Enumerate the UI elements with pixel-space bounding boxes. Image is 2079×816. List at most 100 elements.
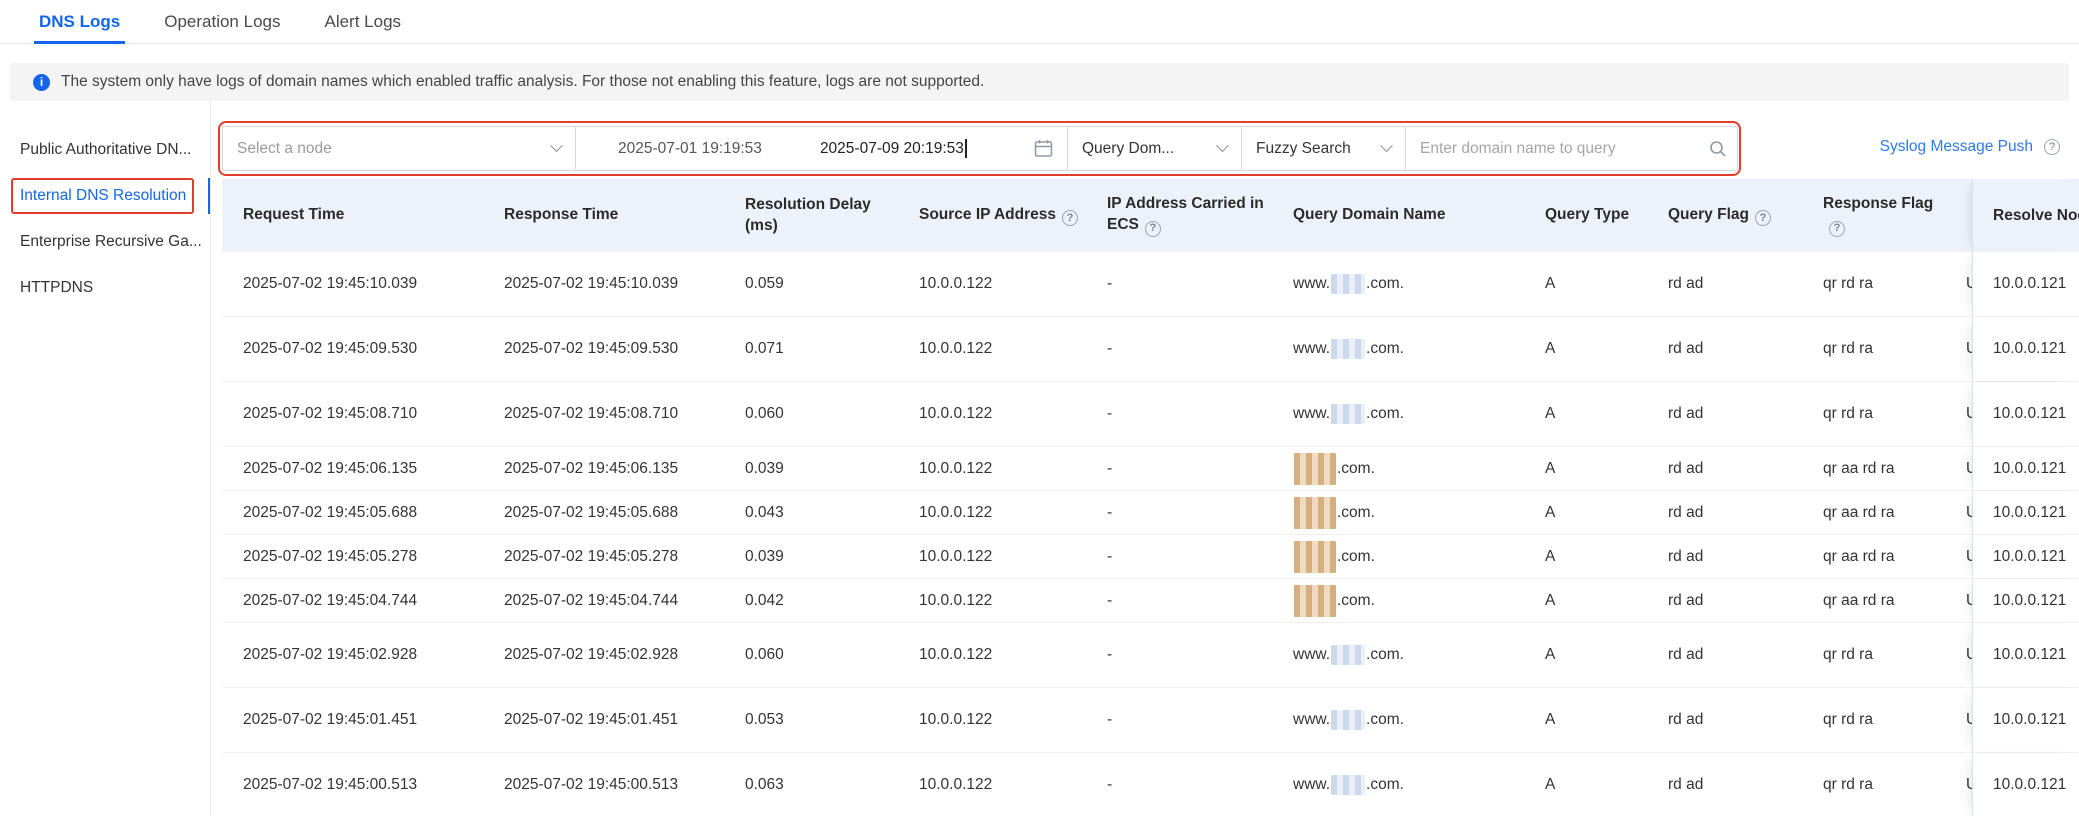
help-icon[interactable]	[1062, 210, 1078, 226]
table-row: 2025-07-02 19:45:05.688 2025-07-02 19:45…	[222, 491, 2079, 535]
help-icon[interactable]	[1829, 221, 1845, 237]
col-header-query-type[interactable]: Query Type	[1525, 179, 1648, 252]
match-mode-select[interactable]: Fuzzy Search	[1241, 127, 1405, 170]
syslog-message-push-link[interactable]: Syslog Message Push	[1880, 138, 2060, 156]
col-header-source-ip[interactable]: Source IP Address	[899, 179, 1087, 252]
query-flag-cell: rd ad	[1648, 340, 1803, 358]
sidebar-item-enterprise-recursive-gateway[interactable]: Enterprise Recursive Ga...	[0, 219, 210, 265]
table-row: 2025-07-02 19:45:04.744 2025-07-02 19:45…	[222, 579, 2079, 623]
query-type-cell: A	[1525, 646, 1648, 664]
ecs-ip-cell: -	[1087, 275, 1273, 293]
ecs-ip-cell: -	[1087, 776, 1273, 794]
protocol-cell-clipped: U	[1952, 711, 1972, 729]
chevron-down-icon	[1216, 139, 1229, 152]
sidebar-item-public-authoritative-dns[interactable]: Public Authoritative DN...	[0, 127, 210, 173]
redacted-domain-blur	[1294, 541, 1336, 573]
tab-operation-logs[interactable]: Operation Logs	[161, 0, 283, 43]
protocol-cell-clipped: U	[1952, 275, 1972, 293]
resolve-node-cell: 10.0.0.121	[1972, 447, 2079, 490]
query-type-cell: A	[1525, 275, 1648, 293]
tab-dns-logs[interactable]: DNS Logs	[36, 0, 123, 43]
request-time-cell: 2025-07-02 19:45:10.039	[222, 275, 484, 293]
filter-bar: Select a node 2025-07-01 19:19:53 2025-0…	[222, 126, 1738, 171]
search-icon[interactable]	[1709, 140, 1727, 158]
query-type-cell: A	[1525, 592, 1648, 610]
protocol-cell-clipped: U	[1952, 504, 1972, 522]
redacted-domain-blur	[1331, 775, 1365, 795]
response-flag-cell: qr aa rd ra	[1803, 504, 1952, 522]
query-field-select[interactable]: Query Dom...	[1067, 127, 1241, 170]
table-row: 2025-07-02 19:45:01.451 2025-07-02 19:45…	[222, 688, 2079, 753]
domain-search-box	[1405, 127, 1737, 170]
help-icon[interactable]	[1755, 210, 1771, 226]
protocol-cell-clipped: U	[1952, 592, 1972, 610]
response-time-cell: 2025-07-02 19:45:00.513	[484, 776, 725, 794]
source-ip-cell: 10.0.0.122	[899, 776, 1087, 794]
ecs-ip-cell: -	[1087, 340, 1273, 358]
request-time-cell: 2025-07-02 19:45:04.744	[222, 592, 484, 610]
sidebar-item-internal-dns-resolution[interactable]: Internal DNS Resolution	[0, 173, 210, 219]
response-time-cell: 2025-07-02 19:45:06.135	[484, 460, 725, 478]
response-flag-cell: qr rd ra	[1803, 776, 1952, 794]
text-cursor	[965, 139, 967, 158]
table-row: 2025-07-02 19:45:00.513 2025-07-02 19:45…	[222, 753, 2079, 816]
response-flag-cell: qr aa rd ra	[1803, 548, 1952, 566]
resolve-node-cell: 10.0.0.121	[1972, 491, 2079, 534]
ecs-ip-cell: -	[1087, 646, 1273, 664]
protocol-cell-clipped: U	[1952, 340, 1972, 358]
resolve-node-cell: 10.0.0.121	[1972, 252, 2079, 316]
sidebar: Public Authoritative DN... Internal DNS …	[0, 101, 211, 816]
resolve-node-cell: 10.0.0.121	[1972, 382, 2079, 446]
col-header-ecs-ip[interactable]: IP Address Carried in ECS	[1087, 179, 1273, 252]
request-time-cell: 2025-07-02 19:45:06.135	[222, 460, 484, 478]
query-flag-cell: rd ad	[1648, 776, 1803, 794]
table-row: 2025-07-02 19:45:02.928 2025-07-02 19:45…	[222, 623, 2079, 688]
query-flag-cell: rd ad	[1648, 504, 1803, 522]
col-header-query-flag[interactable]: Query Flag	[1648, 179, 1803, 252]
resolution-delay-cell: 0.039	[725, 548, 899, 566]
source-ip-cell: 10.0.0.122	[899, 460, 1087, 478]
date-start-value[interactable]: 2025-07-01 19:19:53	[618, 140, 762, 158]
table-row: 2025-07-02 19:45:09.530 2025-07-02 19:45…	[222, 317, 2079, 382]
tab-alert-logs[interactable]: Alert Logs	[321, 0, 404, 43]
source-ip-cell: 10.0.0.122	[899, 340, 1087, 358]
date-range-picker[interactable]: 2025-07-01 19:19:53 2025-07-09 20:19:53	[575, 127, 1067, 170]
query-domain-cell: www..com.	[1273, 339, 1525, 359]
node-select[interactable]: Select a node	[223, 127, 575, 170]
query-type-cell: A	[1525, 504, 1648, 522]
col-header-response-time[interactable]: Response Time	[484, 179, 725, 252]
redacted-domain-blur	[1294, 585, 1336, 617]
response-time-cell: 2025-07-02 19:45:04.744	[484, 592, 725, 610]
query-domain-cell: www..com.	[1273, 404, 1525, 424]
query-type-cell: A	[1525, 776, 1648, 794]
source-ip-cell: 10.0.0.122	[899, 504, 1087, 522]
request-time-cell: 2025-07-02 19:45:02.928	[222, 646, 484, 664]
date-end-value[interactable]: 2025-07-09 20:19:53	[820, 140, 964, 158]
response-time-cell: 2025-07-02 19:45:05.688	[484, 504, 725, 522]
sidebar-item-httpdns[interactable]: HTTPDNS	[0, 265, 210, 311]
dns-logs-table: Request Time Response Time Resolution De…	[222, 179, 2079, 816]
col-header-request-time[interactable]: Request Time	[222, 179, 484, 252]
help-icon[interactable]	[2044, 139, 2060, 155]
response-flag-cell: qr rd ra	[1803, 711, 1952, 729]
query-flag-cell: rd ad	[1648, 646, 1803, 664]
col-header-resolve-node[interactable]: Resolve Node	[1972, 179, 2079, 252]
resolution-delay-cell: 0.039	[725, 460, 899, 478]
col-header-query-domain[interactable]: Query Domain Name	[1273, 179, 1525, 252]
resolution-delay-cell: 0.060	[725, 405, 899, 423]
query-domain-cell: .com.	[1273, 585, 1525, 617]
table-row: 2025-07-02 19:45:08.710 2025-07-02 19:45…	[222, 382, 2079, 447]
table-body: 2025-07-02 19:45:10.039 2025-07-02 19:45…	[222, 252, 2079, 816]
calendar-icon[interactable]	[1034, 139, 1053, 158]
query-domain-cell: .com.	[1273, 497, 1525, 529]
request-time-cell: 2025-07-02 19:45:08.710	[222, 405, 484, 423]
col-header-response-flag[interactable]: Response Flag	[1803, 179, 1952, 252]
query-domain-cell: .com.	[1273, 541, 1525, 573]
table-row: 2025-07-02 19:45:05.278 2025-07-02 19:45…	[222, 535, 2079, 579]
domain-search-input[interactable]	[1420, 140, 1709, 158]
col-header-resolution-delay[interactable]: Resolution Delay (ms)	[725, 179, 899, 252]
response-time-cell: 2025-07-02 19:45:10.039	[484, 275, 725, 293]
source-ip-cell: 10.0.0.122	[899, 711, 1087, 729]
help-icon[interactable]	[1145, 221, 1161, 237]
table-row: 2025-07-02 19:45:10.039 2025-07-02 19:45…	[222, 252, 2079, 317]
